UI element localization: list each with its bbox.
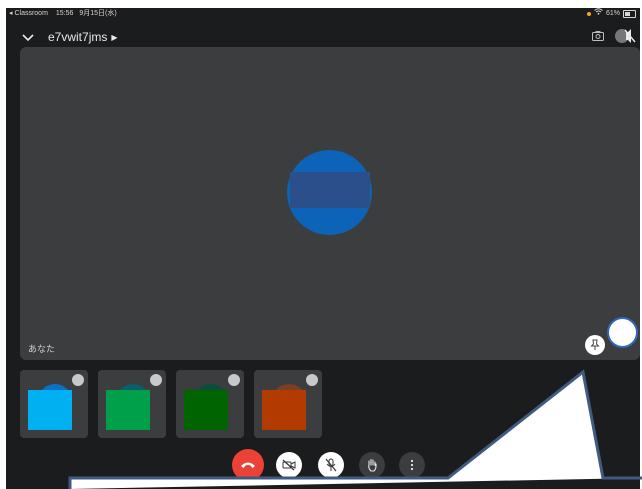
meeting-code: e7vwit7jms <box>48 30 108 44</box>
participant-tile[interactable] <box>20 370 88 438</box>
status-time: 15:56 <box>55 10 74 17</box>
audio-output-off-icon[interactable] <box>614 27 636 45</box>
participant-redaction <box>184 390 228 430</box>
chevron-down-icon[interactable] <box>20 29 36 45</box>
status-right: 61% <box>586 8 636 20</box>
participant-redaction <box>262 390 306 430</box>
battery-percent: 61% <box>605 10 620 17</box>
raise-hand-icon <box>368 458 377 472</box>
mic-off-icon <box>306 374 318 386</box>
avatar-redaction <box>290 172 370 208</box>
participant-redaction <box>28 390 72 430</box>
mic-off-icon <box>150 374 162 386</box>
more-options-button[interactable] <box>399 452 425 478</box>
meeting-code-button[interactable]: e7vwit7jms ▶ <box>48 30 118 44</box>
pin-icon <box>590 339 600 350</box>
participant-tile[interactable] <box>98 370 166 438</box>
participant-tile[interactable] <box>254 370 322 438</box>
mic-off-icon <box>325 458 337 472</box>
switch-camera-icon[interactable] <box>591 29 605 43</box>
mic-indicator-icon <box>586 12 591 16</box>
self-name-label: あなた <box>28 344 56 354</box>
participant-strip <box>20 370 340 440</box>
raise-hand-button[interactable] <box>359 452 385 478</box>
main-video-stage: あなた <box>20 47 640 360</box>
meeting-top-bar: e7vwit7jms ▶ <box>6 26 640 48</box>
back-to-app-link[interactable]: ◂ Classroom <box>9 10 48 17</box>
pin-button[interactable] <box>585 335 605 355</box>
participant-tile[interactable] <box>176 370 244 438</box>
participant-redaction <box>106 390 150 430</box>
mic-toggle-button[interactable] <box>318 452 344 478</box>
status-left: ◂ Classroom 15:56 9月15日(水) <box>9 8 117 20</box>
end-call-button[interactable] <box>232 449 264 481</box>
mic-off-icon <box>72 374 84 386</box>
end-call-icon <box>241 462 255 468</box>
self-view-bubble[interactable] <box>607 317 638 348</box>
mic-off-icon <box>228 374 240 386</box>
battery-icon <box>623 10 636 18</box>
chevron-right-icon: ▶ <box>111 33 118 43</box>
more-icon <box>410 459 414 471</box>
camera-off-icon <box>282 459 296 471</box>
meet-screen: ◂ Classroom 15:56 9月15日(水) 61% e7vwit7jm… <box>6 8 640 489</box>
status-date: 9月15日(水) <box>79 10 117 17</box>
wifi-icon <box>594 8 603 20</box>
call-controls <box>6 449 640 482</box>
camera-toggle-button[interactable] <box>276 452 302 478</box>
status-bar: ◂ Classroom 15:56 9月15日(水) 61% <box>6 8 640 20</box>
